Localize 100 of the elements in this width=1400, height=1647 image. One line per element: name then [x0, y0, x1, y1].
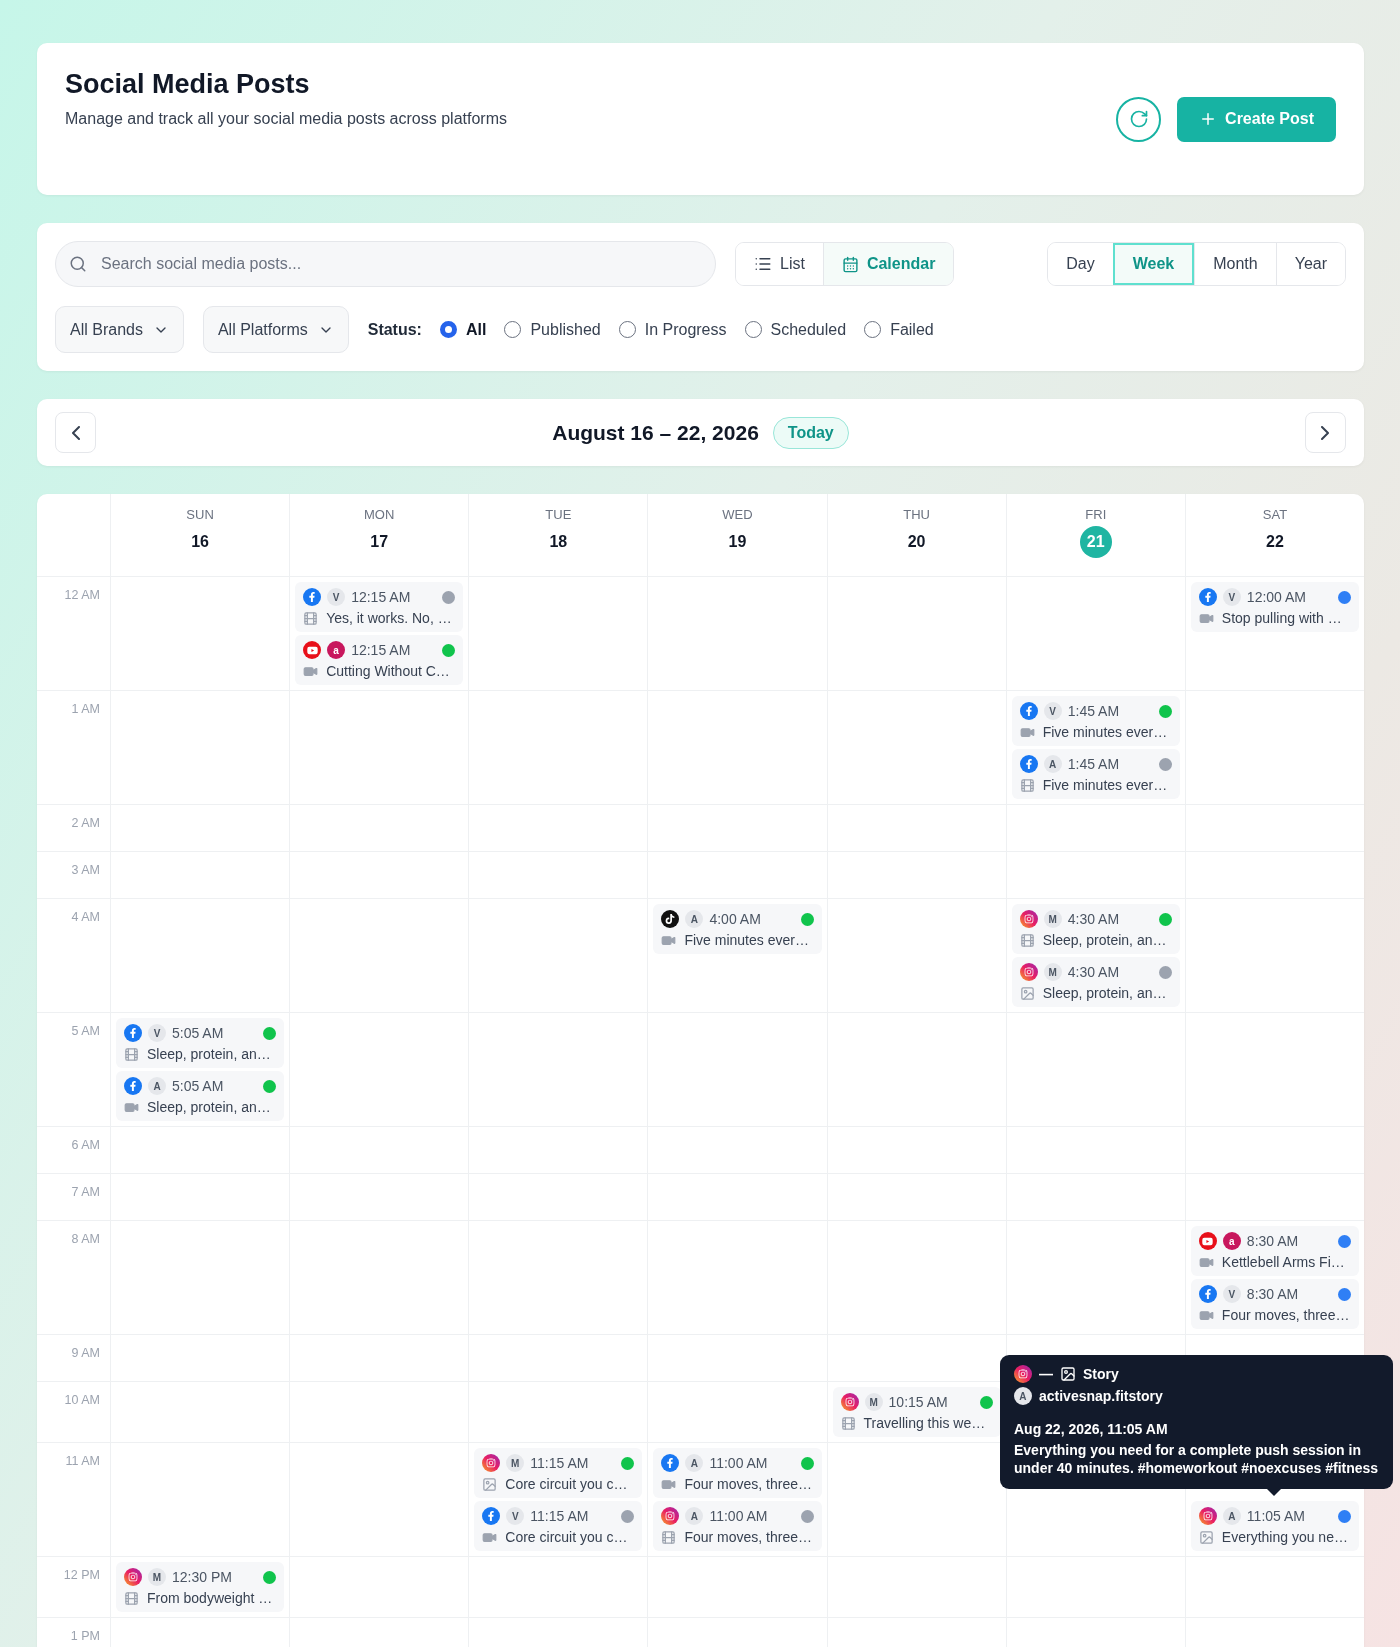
refresh-icon	[1128, 109, 1149, 129]
week-range-title: August 16 – 22, 2026	[552, 420, 759, 445]
post-time: 10:15 AM	[888, 1394, 949, 1410]
facebook-icon	[1019, 702, 1038, 720]
image-icon	[482, 1476, 498, 1492]
facebook-icon	[124, 1077, 142, 1095]
day-number[interactable]: 20	[900, 526, 933, 558]
day-number[interactable]: 18	[542, 526, 575, 558]
time-label: 3 AM	[70, 862, 101, 879]
post-card[interactable]: V 12:00 AM Stop pulling with …	[1190, 582, 1359, 632]
post-card[interactable]: M 11:15 AM Core circuit you c…	[474, 1448, 643, 1498]
page-title: Social Media Posts	[65, 69, 311, 100]
next-week-button[interactable]	[1305, 412, 1346, 453]
status-label: Status:	[367, 320, 422, 339]
view-tab[interactable]: Calendar	[822, 243, 954, 285]
weekday-label: SUN	[186, 507, 214, 522]
post-caption: Core circuit you c…	[505, 1529, 628, 1545]
page-subtitle: Manage and track all your social media posts across platforms	[65, 110, 507, 128]
post-time: 12:30 PM	[172, 1569, 233, 1585]
post-caption: Everything you need for a complete push session in under 40 minutes. #homeworkout #noexcuses #fitness	[1014, 1441, 1379, 1477]
post-caption: Yes, it works. No, …	[326, 610, 452, 626]
film-icon	[303, 610, 319, 626]
brand-avatar: A	[1222, 1507, 1241, 1525]
status-radio[interactable]: Published	[504, 320, 601, 339]
film-icon	[124, 1046, 139, 1062]
time-label: 12 AM	[63, 587, 101, 604]
instagram-icon	[124, 1568, 142, 1586]
post-time: 11:00 AM	[709, 1508, 769, 1524]
brand-avatar: a	[1222, 1232, 1241, 1250]
post-card[interactable]: V 5:05 AM Sleep, protein, an…	[116, 1018, 285, 1068]
post-card[interactable]: M 10:15 AM Travelling this we…	[832, 1387, 1001, 1437]
time-label: 12 PM	[62, 1567, 101, 1584]
post-card[interactable]: a 12:15 AM Cutting Without C…	[295, 635, 464, 685]
filter-dropdown[interactable]: All Platforms	[202, 306, 349, 353]
post-caption: From bodyweight …	[147, 1590, 273, 1606]
post-caption: Five minutes ever…	[684, 932, 809, 948]
weekday-label: SAT	[1262, 507, 1288, 522]
post-card[interactable]: A 1:45 AM Five minutes ever…	[1011, 749, 1180, 799]
status-radio[interactable]: Scheduled	[744, 320, 847, 339]
post-time: 12:15 AM	[351, 589, 412, 605]
day-number[interactable]: 16	[184, 526, 217, 558]
facebook-icon	[1198, 588, 1217, 606]
film-icon	[661, 1529, 677, 1545]
post-card[interactable]: M 12:30 PM From bodyweight …	[116, 1562, 285, 1612]
account-name: activesnap.fitstory	[1039, 1388, 1163, 1404]
post-time: 4:00 AM	[709, 911, 762, 927]
post-caption: Sleep, protein, an…	[1042, 985, 1167, 1001]
search-field[interactable]: Search social media posts...	[55, 241, 716, 287]
filter-dropdown[interactable]: All Brands	[55, 306, 184, 353]
post-card[interactable]: V 1:45 AM Five minutes ever…	[1011, 696, 1180, 746]
post-card[interactable]: A 4:00 AM Five minutes ever…	[653, 904, 822, 954]
post-card[interactable]: M 4:30 AM Sleep, protein, an…	[1011, 957, 1180, 1007]
post-card[interactable]: V 11:15 AM Core circuit you c…	[474, 1501, 643, 1551]
day-number[interactable]: 19	[721, 526, 754, 558]
day-number[interactable]: 22	[1258, 526, 1291, 558]
brand-avatar: M	[1043, 963, 1062, 981]
facebook-icon	[1019, 755, 1038, 773]
status-radio[interactable]: Failed	[864, 320, 934, 339]
brand-avatar: A	[685, 1454, 704, 1472]
list-icon	[754, 255, 772, 273]
post-caption: Four moves, three…	[684, 1476, 813, 1492]
post-card[interactable]: A 5:05 AM Sleep, protein, an…	[116, 1071, 285, 1121]
search-icon	[69, 255, 87, 273]
youtube-icon	[303, 641, 322, 659]
post-card[interactable]: V 8:30 AM Four moves, three…	[1190, 1279, 1359, 1329]
post-caption: Core circuit you c…	[505, 1476, 628, 1492]
post-caption: Kettlebell Arms Fi…	[1221, 1254, 1345, 1270]
post-time: 11:05 AM	[1246, 1508, 1306, 1524]
post-time: 11:15 AM	[530, 1455, 590, 1471]
previous-week-button[interactable]	[55, 412, 96, 453]
brand-avatar: A	[1043, 755, 1062, 773]
instagram-icon	[1014, 1365, 1032, 1383]
status-radio[interactable]: All	[439, 320, 487, 339]
post-card[interactable]: V 12:15 AM Yes, it works. No, …	[295, 582, 464, 632]
range-tab[interactable]: Week	[1112, 243, 1195, 285]
instagram-icon	[482, 1454, 501, 1472]
facebook-icon	[303, 588, 322, 606]
day-number[interactable]: 17	[363, 526, 396, 558]
brand-avatar: A	[685, 1507, 704, 1525]
brand-avatar: A	[685, 910, 704, 928]
range-tab[interactable]: Year	[1275, 243, 1345, 285]
post-caption: Sleep, protein, an…	[1042, 932, 1167, 948]
refresh-button[interactable]	[1116, 96, 1162, 142]
status-radio[interactable]: In Progress	[618, 320, 727, 339]
post-card[interactable]: A 11:00 AM Four moves, three…	[653, 1501, 822, 1551]
facebook-icon	[482, 1507, 501, 1525]
calendar-icon	[841, 255, 859, 273]
post-card[interactable]: a 8:30 AM Kettlebell Arms Fi…	[1190, 1226, 1359, 1276]
post-card[interactable]: M 4:30 AM Sleep, protein, an…	[1011, 904, 1180, 954]
post-card[interactable]: A 11:00 AM Four moves, three…	[653, 1448, 822, 1498]
time-label: 9 AM	[70, 1345, 101, 1362]
film-icon	[1019, 932, 1035, 948]
post-caption: Everything you ne…	[1221, 1529, 1348, 1545]
brand-avatar: A	[148, 1077, 166, 1095]
chevron-left-icon	[71, 425, 80, 440]
post-time: 8:30 AM	[1246, 1286, 1300, 1302]
today-button[interactable]: Today	[772, 416, 849, 449]
instagram-icon	[661, 1507, 680, 1525]
weekday-label: TUE	[545, 507, 572, 522]
youtube-icon	[1198, 1232, 1217, 1250]
